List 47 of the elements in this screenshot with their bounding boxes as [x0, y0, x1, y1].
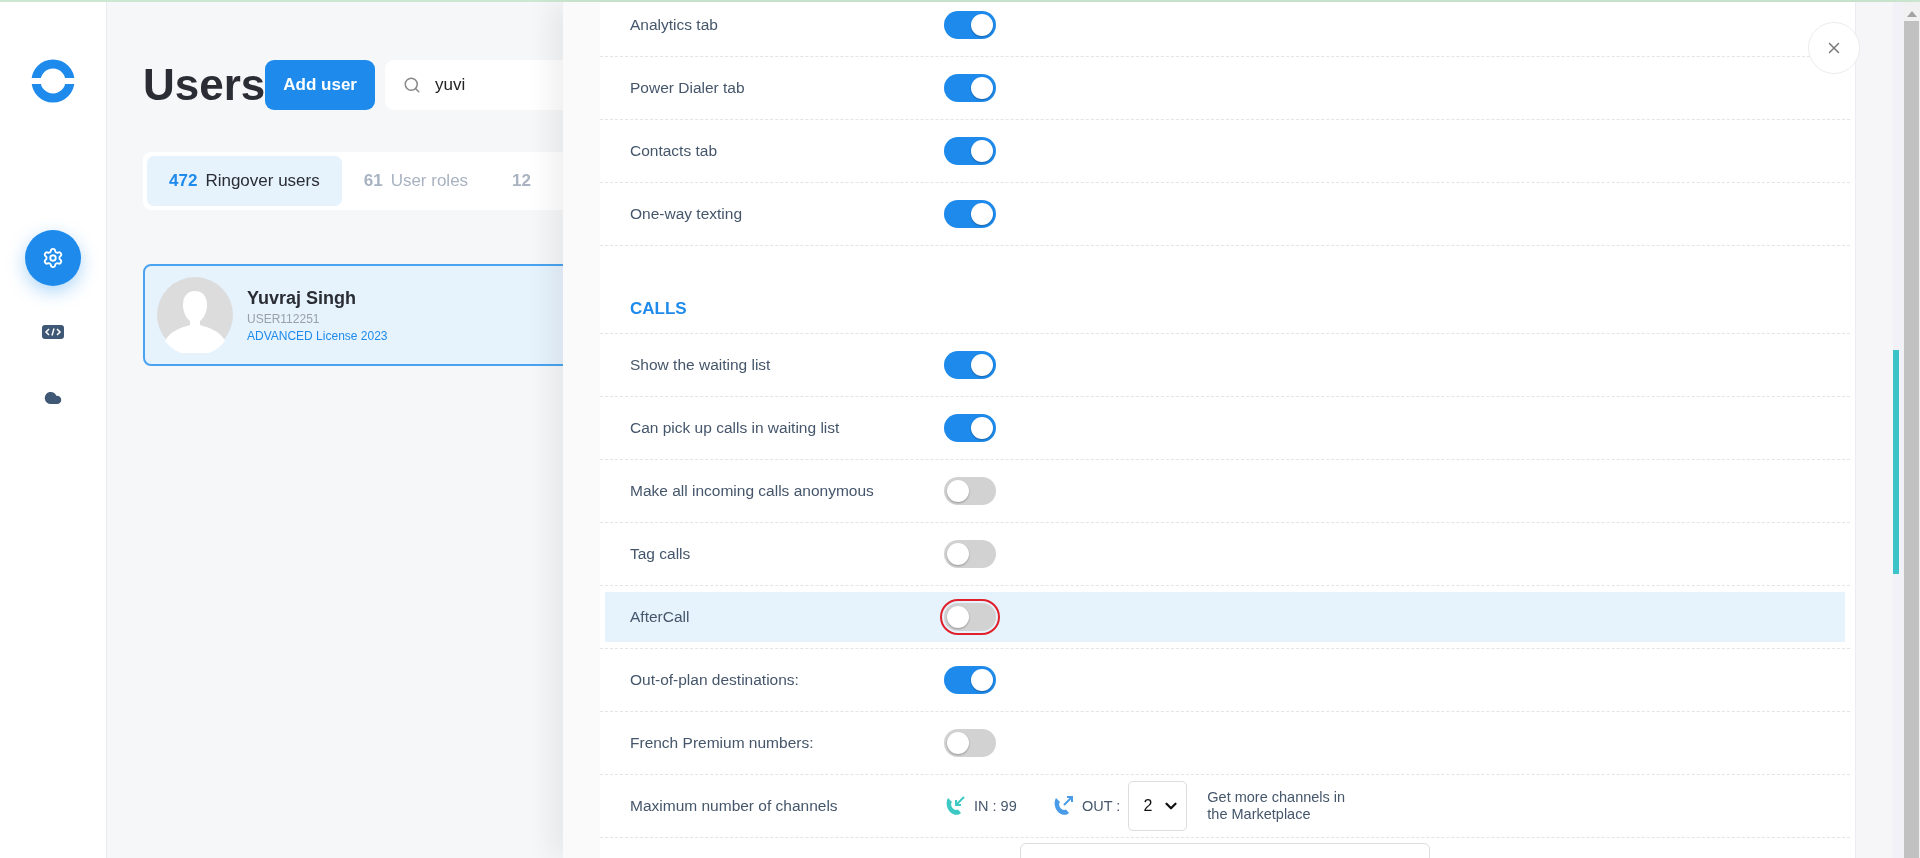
setting-label: Show the waiting list	[630, 356, 772, 374]
toggle-switch[interactable]	[944, 477, 996, 505]
search-icon	[403, 76, 421, 94]
add-user-button[interactable]: Add user	[265, 60, 375, 110]
toggle-switch[interactable]	[944, 74, 996, 102]
setting-label: Maximum number of channels	[630, 797, 839, 815]
section-title: CALLS	[630, 299, 687, 319]
search-field[interactable]: yuvi	[385, 60, 563, 110]
code-icon	[42, 325, 64, 339]
setting-label: Out-of-plan destinations:	[630, 671, 800, 689]
logo-icon	[29, 57, 77, 105]
setting-label: Contacts tab	[630, 142, 719, 160]
avatar-icon	[157, 277, 233, 353]
cloud-icon	[44, 389, 62, 407]
incoming-call-icon	[944, 795, 966, 817]
setting-label: AfterCall	[630, 608, 691, 626]
license-text: ADVANCED License 2023	[247, 328, 388, 343]
setting-label: Power Dialer tab	[630, 79, 746, 97]
out-channels-select[interactable]: 2	[1128, 781, 1188, 831]
user-card[interactable]: Yuvraj Singh USER112251 ADVANCED License 2023	[143, 264, 563, 366]
setting-label: Make all incoming calls anonymous	[630, 482, 875, 500]
toggle-switch[interactable]	[944, 666, 996, 694]
out-channels-label: OUT :	[1082, 798, 1121, 814]
sidebar-nav-button[interactable]	[25, 230, 81, 286]
page-title: Users	[143, 60, 266, 110]
settings-icon	[42, 247, 64, 269]
user-id: USER112251	[247, 311, 321, 326]
toggle-switch[interactable]	[944, 137, 996, 165]
marketplace-note: Get more channels in the Marketplace	[1207, 788, 1347, 824]
setting-label: Analytics tab	[630, 16, 719, 34]
tab[interactable]: 472 Ringover users	[147, 156, 342, 206]
toggle-switch[interactable]	[944, 729, 996, 757]
outgoing-call-icon	[1052, 795, 1074, 817]
search-input[interactable]: yuvi	[433, 74, 553, 96]
toggle-switch[interactable]	[944, 200, 996, 228]
setting-label: Can pick up calls in waiting list	[630, 419, 841, 437]
setting-label: Tag calls	[630, 545, 692, 563]
toggle-switch[interactable]	[944, 414, 996, 442]
setting-label: One-way texting	[630, 205, 743, 223]
toggle-switch[interactable]	[944, 540, 996, 568]
setting-label: French Premium numbers:	[630, 734, 815, 752]
toggle-switch[interactable]	[944, 351, 996, 379]
user-name: Yuvraj Singh	[247, 287, 358, 309]
toggle-switch[interactable]	[944, 11, 996, 39]
scrollbar[interactable]	[1903, 2, 1920, 858]
scroll-up-icon	[1906, 11, 1917, 17]
in-channels-text: IN : 99	[974, 798, 1018, 814]
